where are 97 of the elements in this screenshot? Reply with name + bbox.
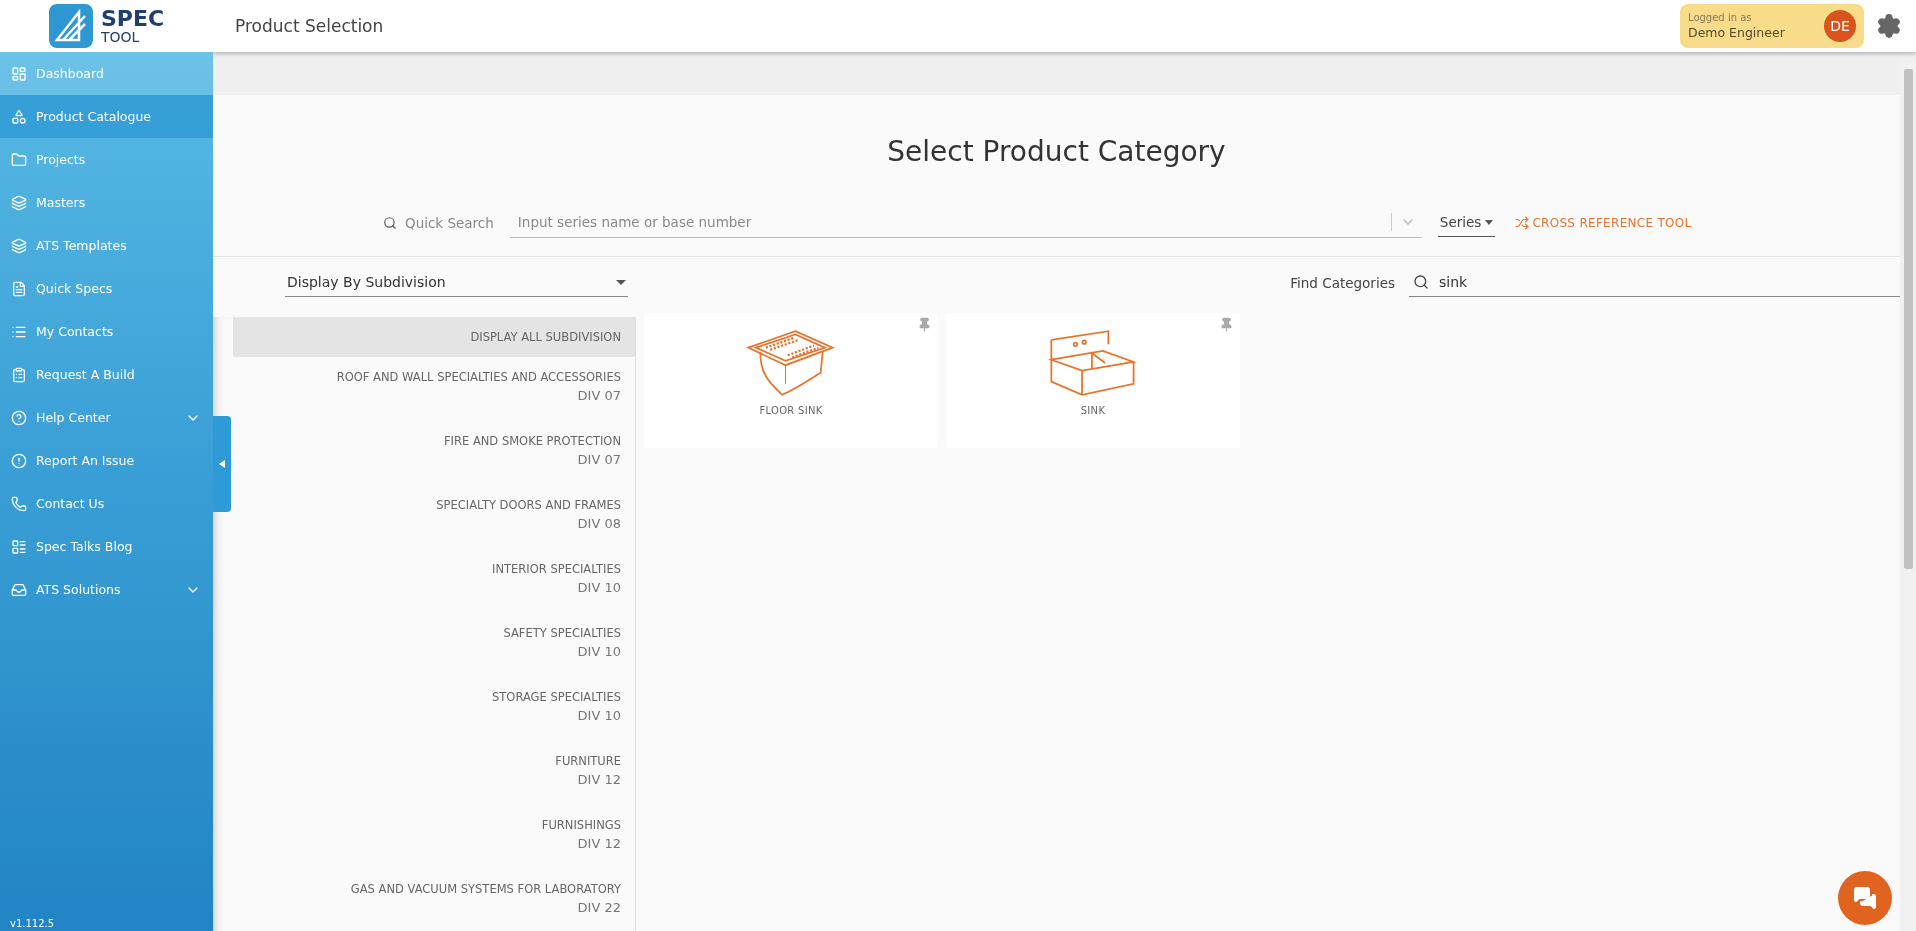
menu-item-icon [11, 366, 27, 383]
settings-icon[interactable] [1876, 13, 1902, 39]
collapse-sidebar-button[interactable] [213, 416, 231, 512]
scrollbar-thumb[interactable] [1903, 69, 1913, 569]
subdivision-name: ROOF AND WALL SPECIALTIES AND ACCESSORIES [336, 369, 621, 384]
subdivision-name: GAS AND VACUUM SYSTEMS FOR LABORATORY [350, 881, 621, 896]
sidebar-item[interactable]: Product Catalogue [0, 95, 213, 138]
sidebar-item-label: Product Catalogue [36, 109, 153, 124]
menu-item-icon [11, 151, 27, 168]
subdivision-name: SPECIALTY DOORS AND FRAMES [436, 497, 621, 512]
find-categories-label: Find Categories [1290, 274, 1395, 291]
subdivision-item[interactable]: STORAGE SPECIALTIES DIV 10 [233, 676, 635, 741]
menu-item-icon [11, 194, 27, 211]
display-by-dropdown[interactable]: Display By Subdivision [285, 268, 628, 297]
version-text: v1.112.5 [9, 918, 56, 931]
menu-item-icon [11, 452, 27, 469]
chat-icon [1853, 886, 1877, 910]
quick-search-label: Quick Search [405, 214, 494, 231]
search-icon [1413, 274, 1429, 291]
sidebar-item-label: Report An Issue [36, 453, 136, 468]
sidebar-item[interactable]: Help Center [0, 396, 213, 439]
caret-down-icon [616, 279, 626, 285]
category-name: FLOOR SINK [759, 404, 823, 416]
pin-icon[interactable] [917, 316, 932, 332]
user-name: Demo Engineer [1688, 25, 1786, 40]
find-categories-field[interactable]: sink [1409, 268, 1900, 297]
menu-item-icon [11, 409, 27, 426]
series-dropdown[interactable]: Series [1437, 208, 1496, 237]
menu-item-icon [11, 237, 27, 254]
subdivision-name: INTERIOR SPECIALTIES [492, 561, 621, 576]
logo-icon [48, 4, 93, 48]
division-number: DIV 07 [577, 451, 621, 467]
division-number: DIV 10 [577, 707, 621, 723]
subdivision-item[interactable]: INTERIOR SPECIALTIES DIV 10 [233, 548, 635, 613]
user-avatar: DE [1824, 10, 1856, 42]
subdivision-item[interactable]: FURNISHINGS DIV 12 [233, 804, 635, 869]
logo-text: SPEC [100, 8, 165, 30]
category-card[interactable]: SINK [946, 312, 1240, 448]
pin-icon[interactable] [1219, 316, 1234, 332]
subdivision-name: FURNISHINGS [541, 817, 621, 832]
sidebar-item-label: Masters [36, 195, 87, 210]
subdivision-name: FURNITURE [555, 753, 621, 768]
sidebar-item-label: ATS Templates [36, 238, 128, 253]
find-categories-input[interactable]: sink [1437, 273, 1896, 292]
subdivision-item[interactable]: GAS AND VACUUM SYSTEMS FOR LABORATORY DIV 22 [233, 868, 635, 931]
sidebar-item-label: Spec Talks Blog [36, 539, 134, 554]
division-number: DIV 07 [577, 387, 621, 403]
division-number: DIV 08 [577, 515, 621, 531]
subdivision-name: FIRE AND SMOKE PROTECTION [444, 433, 621, 448]
menu-item-icon [11, 581, 27, 598]
subdivision-name: DISPLAY ALL SUBDIVISION [470, 329, 621, 344]
cross-reference-link[interactable]: CROSS REFERENCE TOOL [1515, 215, 1692, 230]
quick-search-field[interactable]: Input series name or base number [509, 207, 1422, 238]
sidebar-item-label: Request A Build [36, 367, 136, 382]
search-icon [383, 215, 397, 230]
sidebar-item[interactable]: Contact Us [0, 482, 213, 525]
sidebar-item[interactable]: Request A Build [0, 353, 213, 396]
chat-button[interactable] [1838, 871, 1892, 925]
page-header-title: Product Selection [235, 16, 385, 36]
division-number: DIV 10 [577, 579, 621, 595]
subdivision-item[interactable]: SPECIALTY DOORS AND FRAMES DIV 08 [233, 484, 635, 549]
sidebar-item-label: Help Center [36, 410, 112, 425]
shuffle-icon [1515, 215, 1530, 230]
sidebar-item[interactable]: ATS Solutions [0, 568, 213, 611]
sidebar-item[interactable]: Spec Talks Blog [0, 525, 213, 568]
sidebar-item[interactable]: Report An Issue [0, 439, 213, 482]
subdivision-item[interactable]: SAFETY SPECIALTIES DIV 10 [233, 612, 635, 677]
subdivision-item[interactable]: DISPLAY ALL SUBDIVISION [233, 316, 635, 357]
subdivision-item[interactable]: ROOF AND WALL SPECIALTIES AND ACCESSORIES DIV 07 [233, 356, 635, 421]
subdivision-item[interactable]: FIRE AND SMOKE PROTECTION DIV 07 [233, 420, 635, 485]
subdivision-name: STORAGE SPECIALTIES [492, 689, 621, 704]
subdivision-name: SAFETY SPECIALTIES [503, 625, 621, 640]
menu-item-icon [11, 108, 27, 125]
logo-subtext: TOOL [100, 30, 141, 44]
division-number: DIV 12 [577, 771, 621, 787]
caret-left-icon [219, 460, 225, 468]
sidebar-item-label: Contact Us [36, 496, 106, 511]
menu-item-icon [11, 495, 27, 512]
division-number: DIV 10 [577, 643, 621, 659]
subdivision-item[interactable]: FURNITURE DIV 12 [233, 740, 635, 805]
sidebar-item-label: Projects [36, 152, 87, 167]
category-card[interactable]: FLOOR SINK [644, 312, 938, 448]
logged-in-caption: Logged in as [1688, 12, 1753, 23]
sidebar-item-label: My Contacts [36, 324, 115, 339]
sidebar-item-label: ATS Solutions [36, 582, 122, 597]
menu-item-icon [11, 65, 27, 82]
sidebar-item-label: Dashboard [36, 66, 105, 81]
division-number: DIV 12 [577, 835, 621, 851]
caret-down-icon [1485, 219, 1494, 225]
division-number: DIV 22 [577, 899, 621, 915]
menu-item-icon [11, 538, 27, 555]
quick-search-input[interactable]: Input series name or base number [515, 213, 1383, 232]
page-title: Select Product Category [886, 135, 1227, 168]
user-badge[interactable]: Logged in as Demo Engineer DE [1680, 4, 1864, 48]
menu-item-icon [11, 280, 27, 297]
category-name: SINK [1080, 404, 1106, 416]
sidebar-item-label: Quick Specs [36, 281, 114, 296]
